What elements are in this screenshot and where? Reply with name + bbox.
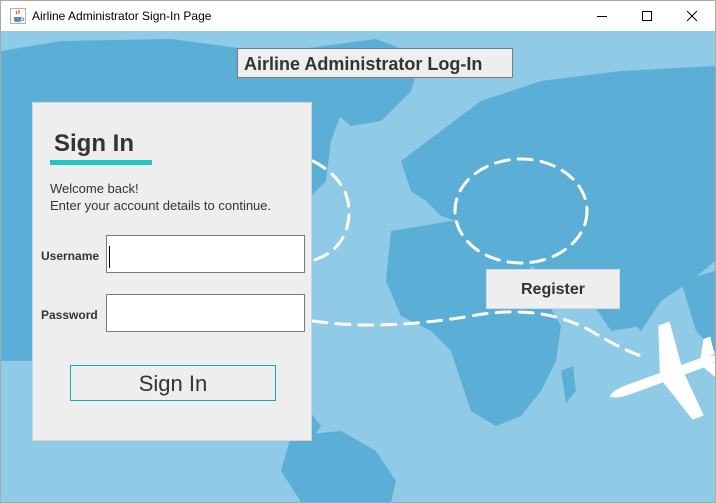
title-bar[interactable]: Airline Administrator Sign-In Page: [1, 1, 715, 31]
signin-heading: Sign In: [54, 130, 134, 157]
page-title: Airline Administrator Log-In: [237, 48, 513, 78]
close-icon: [687, 11, 697, 21]
password-input[interactable]: [106, 294, 305, 332]
signin-panel: Sign In Welcome back! Enter your account…: [32, 102, 312, 441]
welcome-text: Welcome back!: [50, 181, 139, 196]
window-title: Airline Administrator Sign-In Page: [32, 9, 212, 23]
register-button[interactable]: Register: [486, 269, 620, 309]
content-area: Airline Administrator Log-In Sign In Wel…: [1, 31, 715, 502]
maximize-button[interactable]: [624, 1, 670, 31]
username-input[interactable]: [106, 235, 305, 273]
java-cup-icon: [10, 8, 26, 24]
text-caret: [109, 246, 110, 268]
password-label: Password: [41, 308, 98, 322]
app-window: Airline Administrator Sign-In Page Airli…: [0, 0, 716, 503]
instruction-text: Enter your account details to continue.: [50, 198, 272, 213]
minimize-button[interactable]: [579, 1, 625, 31]
username-label: Username: [41, 249, 100, 263]
close-button[interactable]: [669, 1, 715, 31]
maximize-icon: [642, 11, 652, 21]
minimize-icon: [597, 16, 607, 17]
heading-underline: [50, 160, 152, 165]
signin-button[interactable]: Sign In: [70, 365, 276, 401]
